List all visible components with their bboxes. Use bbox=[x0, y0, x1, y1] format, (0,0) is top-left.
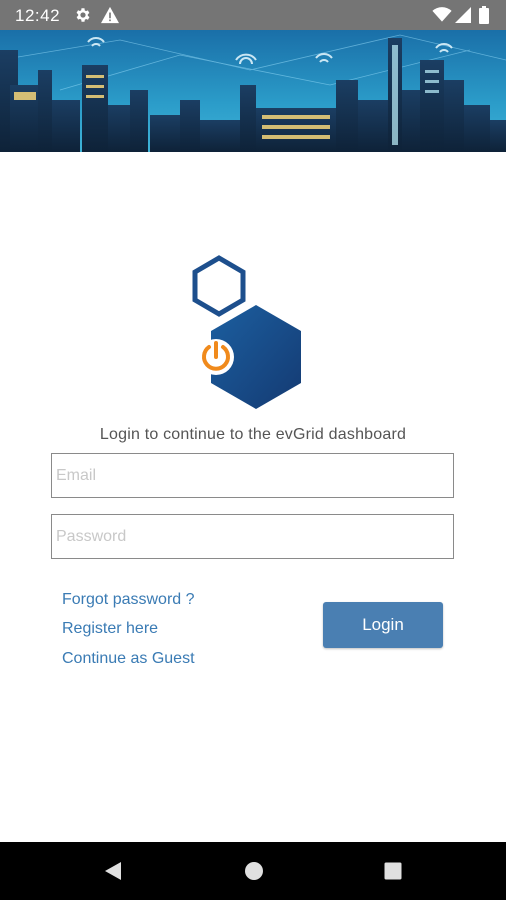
header-banner-image bbox=[0, 30, 506, 152]
alert-icon bbox=[101, 6, 119, 24]
evgrid-logo bbox=[192, 255, 301, 409]
continue-as-guest-link[interactable]: Continue as Guest bbox=[62, 650, 195, 668]
status-time: 12:42 bbox=[15, 6, 61, 25]
password-field[interactable] bbox=[51, 514, 454, 559]
recent-apps-icon[interactable] bbox=[384, 862, 402, 880]
forgot-password-link[interactable]: Forgot password ? bbox=[62, 591, 195, 609]
home-icon[interactable] bbox=[244, 861, 264, 881]
status-bar: 12:42 bbox=[0, 0, 506, 30]
battery-icon bbox=[479, 6, 489, 24]
register-link[interactable]: Register here bbox=[62, 620, 158, 638]
login-button[interactable]: Login bbox=[323, 602, 443, 648]
login-subtitle: Login to continue to the evGrid dashboar… bbox=[99, 426, 407, 443]
email-field[interactable] bbox=[51, 453, 454, 498]
back-icon[interactable] bbox=[102, 860, 124, 882]
password-input[interactable] bbox=[52, 515, 453, 558]
signal-icon bbox=[455, 7, 471, 23]
wifi-icon bbox=[432, 7, 452, 22]
email-input[interactable] bbox=[52, 454, 453, 497]
gear-icon bbox=[76, 8, 90, 22]
